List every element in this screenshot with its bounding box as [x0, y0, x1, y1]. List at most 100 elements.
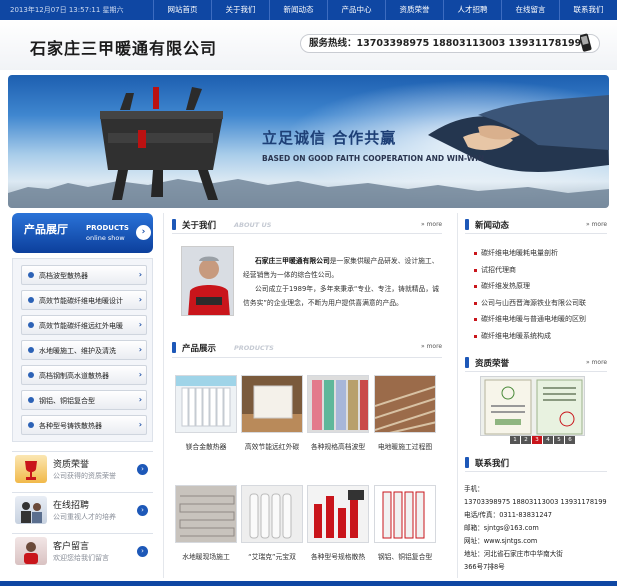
pager-page[interactable]: 5 [554, 436, 564, 444]
news-item[interactable]: 试招代理商 [474, 265, 516, 275]
product-caption[interactable]: 水地暖现场施工 [173, 551, 239, 561]
product-caption[interactable]: 电地暖施工过程图 [372, 441, 438, 451]
category-item[interactable]: 高档波型散热器 › [21, 265, 147, 285]
sidebar-box-message[interactable]: 客户留言 欢迎您给我们留言 › [12, 533, 153, 569]
product-caption[interactable]: 镁合金散热器 [173, 441, 239, 451]
news-item[interactable]: 碳纤维电地暖系统构成 [474, 331, 551, 341]
contact-email[interactable]: 邮箱：sjntgs@163.com [464, 522, 609, 535]
news-link[interactable]: 碳纤维电地暖耗电量剖析 [481, 249, 558, 257]
category-item[interactable]: 高效节能碳纤维电地暖设计 › [21, 290, 147, 310]
category-label: 钢铝、铜铝复合型 [39, 397, 95, 405]
nav-products[interactable]: 产品中心 [327, 0, 385, 20]
box-title: 客户留言 [53, 542, 90, 552]
chevron-right-icon: › [138, 270, 142, 279]
honor-section-title: 资质荣誉 [465, 356, 605, 370]
bullet-icon [28, 322, 34, 328]
nav-home[interactable]: 网站首页 [153, 0, 211, 20]
section-rule [465, 471, 607, 472]
product-image[interactable] [175, 485, 237, 543]
box-title: 资质荣誉 [53, 460, 90, 470]
news-link[interactable]: 碳纤维发热原理 [481, 282, 530, 290]
about-paragraph-2: 公司成立于1989年，多年来秉承“专业、专注，铸就精品，诚信务实”的企业理念，不… [243, 285, 439, 307]
box-subtitle: 公司重视人才的培养 [53, 513, 116, 521]
product-image[interactable] [374, 375, 436, 433]
section-rule [172, 233, 442, 234]
products-showcase-header[interactable]: 产品展厅 PRODUCTS online show › [12, 213, 153, 253]
category-item[interactable]: 高档钢制高水道散热器 › [21, 365, 147, 385]
product-card[interactable]: 水地暖现场施工 [175, 485, 237, 561]
honor-more-link[interactable]: » more [586, 359, 607, 366]
product-image[interactable] [241, 375, 303, 433]
about-more-link[interactable]: » more [421, 221, 442, 228]
company-logo[interactable]: 石家庄三甲暖通有限公司 [30, 35, 217, 59]
product-caption[interactable]: 各种规格高档波型 [305, 441, 371, 451]
customer-service-icon [15, 537, 47, 565]
news-link[interactable]: 试招代理商 [481, 266, 516, 274]
chevron-right-icon: › [138, 395, 142, 404]
pager-page-active[interactable]: 3 [532, 436, 542, 444]
products-more-link[interactable]: » more [421, 343, 442, 350]
nav-message[interactable]: 在线留言 [501, 0, 559, 20]
column-divider [163, 213, 164, 578]
category-item[interactable]: 钢铝、铜铝复合型 › [21, 390, 147, 410]
category-label: 高效节能碳纤维远红外电暖 [39, 322, 123, 330]
news-item[interactable]: 碳纤维电地暖与普通电地暖的区别 [474, 314, 586, 324]
nav-about[interactable]: 关于我们 [211, 0, 269, 20]
news-link[interactable]: 碳纤维电地暖与普通电地暖的区别 [481, 315, 586, 323]
product-caption[interactable]: 钢铝、铜铝复合型 [372, 551, 438, 561]
news-item[interactable]: 碳纤维发热原理 [474, 281, 530, 291]
ding-vessel-icon [100, 87, 223, 200]
pager-page[interactable]: 6 [565, 436, 575, 444]
product-card[interactable]: 各种型号规格散热 [307, 485, 369, 561]
contact-address: 地址：河北省石家庄市中华南大街 [464, 550, 563, 558]
nav-honors[interactable]: 资质荣誉 [385, 0, 443, 20]
product-card[interactable]: 镁合金散热器 [175, 375, 237, 451]
product-card[interactable]: 钢铝、铜铝复合型 [374, 485, 436, 561]
product-image[interactable] [175, 375, 237, 433]
product-card[interactable]: 各种规格高档波型 [307, 375, 369, 451]
nav-jobs[interactable]: 人才招聘 [443, 0, 501, 20]
chevron-right-icon[interactable]: › [137, 505, 148, 516]
contact-website[interactable]: 网址：www.sjntgs.com [464, 535, 609, 548]
certificate-image[interactable] [480, 376, 585, 436]
product-card[interactable]: 电地暖施工过程图 [374, 375, 436, 451]
product-image[interactable] [307, 485, 369, 543]
chevron-right-icon[interactable]: › [137, 464, 148, 475]
product-image[interactable] [307, 375, 369, 433]
category-item[interactable]: 高效节能碳纤维远红外电暖 › [21, 315, 147, 335]
pager-page[interactable]: 2 [521, 436, 531, 444]
bullet-icon [28, 297, 34, 303]
contact-mobile-numbers: 13703398975 18803113003 13931178199 [464, 498, 607, 506]
products-section-en: PRODUCTS [234, 344, 274, 352]
service-hotline: 服务热线：13703398975 18803113003 13931178199 [300, 34, 600, 53]
news-item[interactable]: 公司与山西晋海源铁业有限公司联 [474, 298, 586, 308]
contact-phone: 电话/传真：0311-83831247 [464, 511, 552, 519]
nav-news[interactable]: 新闻动态 [269, 0, 327, 20]
sidebar-box-honors[interactable]: 资质荣誉 公司获得的资质荣誉 › [12, 451, 153, 487]
nav-contact[interactable]: 联系我们 [559, 0, 617, 20]
category-item[interactable]: 各种型号铸铁散热器 › [21, 415, 147, 435]
product-image[interactable] [241, 485, 303, 543]
chevron-right-icon[interactable]: › [136, 225, 151, 240]
section-marker [465, 219, 469, 230]
product-caption[interactable]: “艾瑞克”元宝双 [239, 551, 305, 561]
chevron-right-icon[interactable]: › [137, 546, 148, 557]
product-caption[interactable]: 各种型号规格散热 [305, 551, 371, 561]
news-more-link[interactable]: » more [586, 221, 607, 228]
more-label: more [591, 359, 608, 366]
category-label: 高档波型散热器 [39, 272, 88, 280]
product-image[interactable] [374, 485, 436, 543]
sidebar-box-jobs[interactable]: 在线招聘 公司重视人才的培养 › [12, 492, 153, 528]
news-link[interactable]: 公司与山西晋海源铁业有限公司联 [481, 299, 586, 307]
product-card[interactable]: “艾瑞克”元宝双 [241, 485, 303, 561]
news-item[interactable]: 碳纤维电地暖耗电量剖析 [474, 248, 558, 258]
category-item[interactable]: 水地暖施工、维护及清洗 › [21, 340, 147, 360]
pager-page[interactable]: 4 [543, 436, 553, 444]
contact-info: 手机： 13703398975 18803113003 13931178199 … [464, 483, 609, 574]
product-caption[interactable]: 高效节能远红外碳 [239, 441, 305, 451]
news-link[interactable]: 碳纤维电地暖系统构成 [481, 332, 551, 340]
pager-page[interactable]: 1 [510, 436, 520, 444]
bullet-icon [28, 422, 34, 428]
product-card[interactable]: 高效节能远红外碳 [241, 375, 303, 451]
about-section-title: 关于我们 ABOUT US [172, 218, 442, 232]
